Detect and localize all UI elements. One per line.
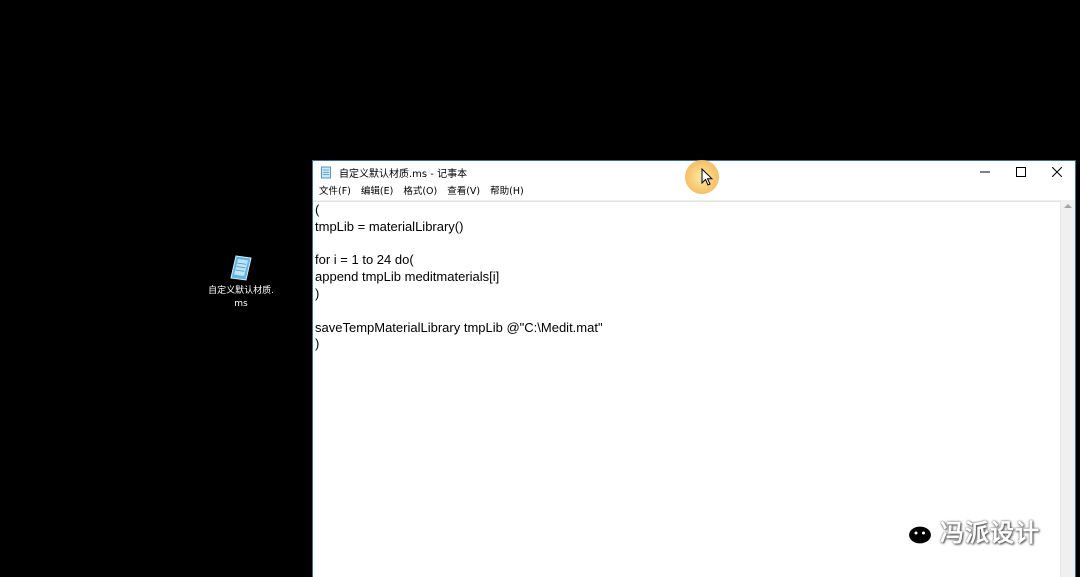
scroll-up-arrow-icon[interactable]: [1064, 204, 1072, 208]
code-line: ): [315, 336, 320, 352]
vertical-scrollbar[interactable]: [1060, 201, 1075, 577]
desktop-file-icon[interactable]: 自定义默认材质.ms: [205, 254, 277, 311]
code-line: tmpLib = materialLibrary(): [315, 218, 464, 234]
menu-view[interactable]: 查看(V): [442, 183, 485, 200]
menu-edit[interactable]: 编辑(E): [356, 183, 398, 200]
watermark: 冯派设计: [890, 512, 1040, 548]
maximize-button[interactable]: [1003, 161, 1039, 183]
desktop-file-label: 自定义默认材质.ms: [208, 286, 274, 309]
wechat-icon: [890, 512, 934, 547]
code-line: append tmpLib meditmaterials[i]: [315, 269, 500, 285]
code-line: saveTempMaterialLibrary tmpLib @"C:\Medi…: [315, 319, 603, 335]
code-line: for i = 1 to 24 do(: [315, 252, 414, 268]
watermark-text: 冯派设计: [940, 518, 1040, 547]
close-icon: [1052, 167, 1062, 177]
script-file-icon: [230, 255, 252, 281]
window-title: 自定义默认材质.ms - 记事本: [339, 168, 468, 180]
maximize-icon: [1016, 167, 1026, 177]
menu-file[interactable]: 文件(F): [314, 183, 356, 200]
minimize-icon: [980, 171, 990, 173]
notepad-icon: [321, 166, 331, 178]
close-button[interactable]: [1039, 161, 1075, 183]
menu-help[interactable]: 帮助(H): [485, 183, 529, 200]
window-controls: [967, 161, 1075, 183]
code-line: ): [315, 285, 320, 301]
code-line: (: [315, 202, 320, 217]
desktop: 自定义默认材质.ms 自定义默认材质.ms - 记事本 文件(F) 编辑(E) …: [0, 0, 1080, 577]
minimize-button[interactable]: [967, 161, 1003, 183]
mouse-pointer-icon: [701, 168, 713, 186]
menu-format[interactable]: 格式(O): [398, 183, 442, 200]
